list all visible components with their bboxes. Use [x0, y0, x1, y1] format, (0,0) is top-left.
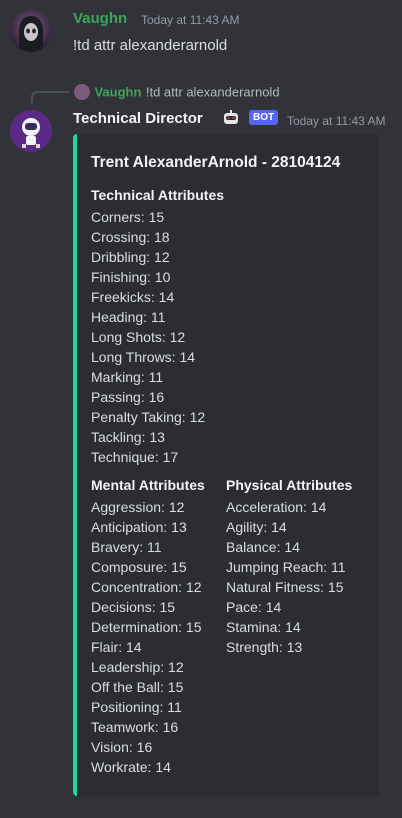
bot-author-name[interactable]: Technical Director — [73, 110, 203, 127]
attribute-line: Natural Fitness: 15 — [226, 579, 344, 595]
message-timestamp[interactable]: Today at 11:43 AM — [141, 13, 240, 27]
bot-avatar[interactable] — [10, 110, 52, 152]
mental-attributes-field: Mental Attributes Aggression: 12 Anticipa… — [91, 475, 205, 777]
field-name: Technical Attributes — [91, 187, 225, 203]
attribute-line: Penalty Taking: 12 — [91, 409, 206, 425]
attribute-line: Determination: 15 — [91, 619, 202, 635]
attribute-line: Freekicks: 14 — [91, 289, 175, 305]
attribute-line: Leadership: 12 — [91, 659, 184, 675]
attribute-line: Concentration: 12 — [91, 579, 202, 595]
author-name[interactable]: Vaughn — [73, 10, 127, 27]
attribute-line: Marking: 11 — [91, 369, 164, 385]
message-vaughn: Vaughn Today at 11:43 AM !td attr alexan… — [0, 0, 402, 70]
attribute-line: Agility: 14 — [226, 519, 287, 535]
attribute-line: Workrate: 14 — [91, 759, 171, 775]
reply-author[interactable]: Vaughn — [94, 84, 141, 99]
reply-spine — [31, 91, 69, 103]
attribute-line: Long Shots: 12 — [91, 329, 186, 345]
attribute-line: Composure: 15 — [91, 559, 187, 575]
attribute-line: Positioning: 11 — [91, 699, 182, 715]
field-name: Physical Attributes — [226, 477, 353, 493]
attribute-line: Flair: 14 — [91, 639, 142, 655]
technical-attributes-field: Technical Attributes Corners: 15 Crossing… — [91, 185, 224, 467]
attribute-line: Teamwork: 16 — [91, 719, 179, 735]
attribute-line: Decisions: 15 — [91, 599, 176, 615]
attribute-line: Long Throws: 14 — [91, 349, 196, 365]
attribute-line: Balance: 14 — [226, 539, 300, 555]
attribute-line: Vision: 16 — [91, 739, 153, 755]
attribute-line: Tackling: 13 — [91, 429, 165, 445]
attribute-line: Passing: 16 — [91, 389, 165, 405]
attribute-line: Dribbling: 12 — [91, 249, 170, 265]
attribute-line: Heading: 11 — [91, 309, 166, 325]
attribute-line: Pace: 14 — [226, 599, 282, 615]
attribute-line: Off the Ball: 15 — [91, 679, 184, 695]
robot-icon — [222, 109, 240, 127]
attribute-line: Jumping Reach: 11 — [226, 559, 346, 575]
attribute-line: Bravery: 11 — [91, 539, 162, 555]
message-text: !td attr alexanderarnold — [73, 37, 228, 54]
attribute-line: Corners: 15 — [91, 209, 165, 225]
bot-timestamp[interactable]: Today at 11:43 AM — [287, 114, 386, 128]
vaughn-avatar[interactable] — [10, 10, 52, 52]
physical-attributes-field: Physical Attributes Acceleration: 14 Agil… — [226, 475, 352, 657]
attribute-line: Anticipation: 13 — [91, 519, 187, 535]
attribute-line: Crossing: 18 — [91, 229, 170, 245]
attribute-line: Acceleration: 14 — [226, 499, 327, 515]
attribute-line: Stamina: 14 — [226, 619, 301, 635]
field-name: Mental Attributes — [91, 477, 205, 493]
embed-title: Trent AlexanderArnold - 28104124 — [91, 154, 341, 171]
attribute-line: Aggression: 12 — [91, 499, 185, 515]
reply-avatar — [74, 83, 90, 100]
bot-badge: BOT — [249, 110, 279, 125]
attribute-line: Strength: 13 — [226, 639, 303, 655]
embed: Trent AlexanderArnold - 28104124 Technic… — [73, 134, 379, 796]
attribute-line: Finishing: 10 — [91, 269, 171, 285]
reply-preview[interactable]: Vaughn !td attr alexanderarnold — [74, 83, 280, 101]
reply-text: !td attr alexanderarnold — [145, 84, 280, 100]
attribute-line: Technique: 17 — [91, 449, 179, 465]
